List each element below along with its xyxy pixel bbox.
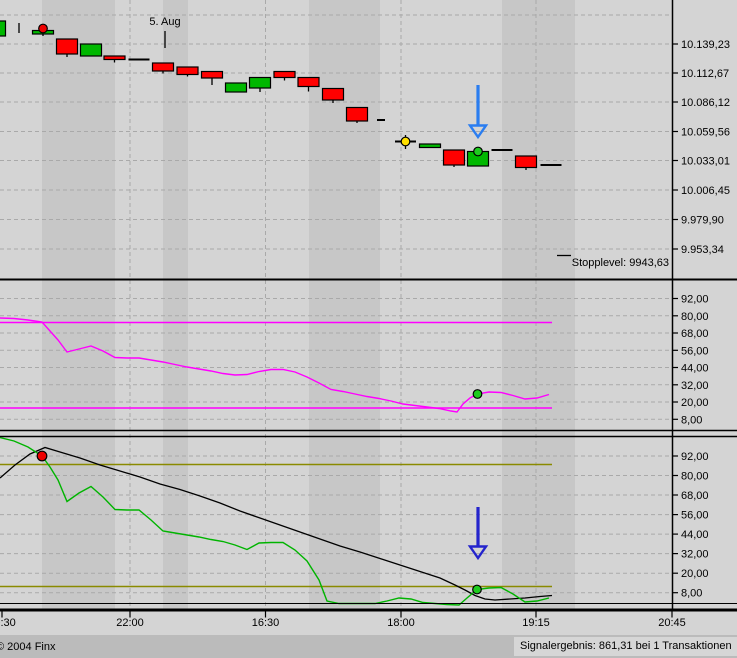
stoplevel-annotation: Stopplevel: 9943,63 — [571, 257, 669, 269]
trading-app-window: 10.139,23 10.112,67 10.086,12 10.059,56 10.0… — [0, 0, 737, 658]
axis-label-price: 10.139,23 — [681, 39, 730, 51]
axis-label-indicator-2: 32,00 — [681, 549, 709, 561]
signal-dot — [472, 584, 482, 595]
axis-label-price: 9.953,34 — [681, 244, 724, 256]
time-axis-label: 19:15 — [522, 617, 550, 629]
axis-label-indicator-2: 68,00 — [681, 490, 709, 502]
signal-dot — [400, 136, 411, 147]
axis-label-indicator-2: 92,00 — [681, 451, 709, 463]
candle-body — [418, 143, 442, 149]
session-band — [309, 0, 380, 610]
signal-dot — [36, 450, 48, 462]
chart-canvas[interactable]: 10.139,23 10.112,67 10.086,12 10.059,56 10.0… — [0, 0, 737, 658]
axis-label-price: 9.979,90 — [681, 215, 724, 227]
axis-label-indicator-2: 8,00 — [681, 588, 702, 600]
axis-label-price: 10.086,12 — [681, 97, 730, 109]
axis-label-indicator-1: 80,00 — [681, 311, 709, 323]
signal-dot — [38, 23, 48, 34]
session-band — [502, 0, 575, 610]
candle-body — [248, 76, 272, 89]
time-axis-label: 16:30 — [252, 617, 280, 629]
axis-label-indicator-2: 44,00 — [681, 529, 709, 541]
candle-body — [151, 62, 175, 72]
axis-label-price: 10.059,56 — [681, 127, 730, 139]
signal-dot — [473, 146, 483, 157]
candle-body — [200, 70, 224, 79]
candle-body — [0, 20, 7, 37]
axis-label-indicator-2: 80,00 — [681, 471, 709, 483]
axis-label-indicator-2: 20,00 — [681, 568, 709, 580]
time-axis-label: 22:00 — [116, 617, 144, 629]
axis-label-indicator-1: 92,00 — [681, 294, 709, 306]
candle-body — [442, 149, 466, 166]
candle-body — [224, 82, 248, 93]
axis-label-indicator-1: 68,00 — [681, 328, 709, 340]
signal-dot — [472, 389, 483, 399]
axis-label-indicator-1: 32,00 — [681, 380, 709, 392]
signal-result-box: Signalergebnis: 861,31 bei 1 Transaktion… — [514, 637, 737, 656]
axis-label-price: 10.006,45 — [681, 185, 730, 197]
candle-body — [79, 43, 103, 57]
candle-body — [514, 155, 538, 169]
axis-label-indicator-1: 44,00 — [681, 363, 709, 375]
candle-body — [273, 70, 296, 79]
time-axis-label: 20:45 — [658, 617, 686, 629]
axis-label-price: 10.033,01 — [681, 156, 730, 168]
axis-label-indicator-1: 20,00 — [681, 397, 709, 409]
time-axis-label: 18:00 — [387, 617, 415, 629]
session-band — [163, 0, 188, 610]
axis-label-indicator-2: 56,00 — [681, 510, 709, 522]
copyright-label: © 2004 Finx — [0, 641, 56, 653]
axis-label-indicator-1: 56,00 — [681, 345, 709, 357]
candle-body — [176, 66, 199, 76]
candle-body — [321, 87, 345, 101]
candle-body — [103, 55, 126, 61]
candle-body — [55, 38, 79, 55]
candle-body — [297, 76, 320, 88]
axis-label-price: 10.112,67 — [681, 68, 729, 80]
date-annotation: 5. Aug — [149, 16, 181, 28]
down-arrow-icon — [467, 545, 489, 561]
time-axis-label: 20:30 — [0, 617, 16, 629]
axis-label-indicator-1: 8,00 — [681, 414, 702, 426]
session-band — [42, 0, 115, 610]
candle-body — [345, 106, 369, 122]
